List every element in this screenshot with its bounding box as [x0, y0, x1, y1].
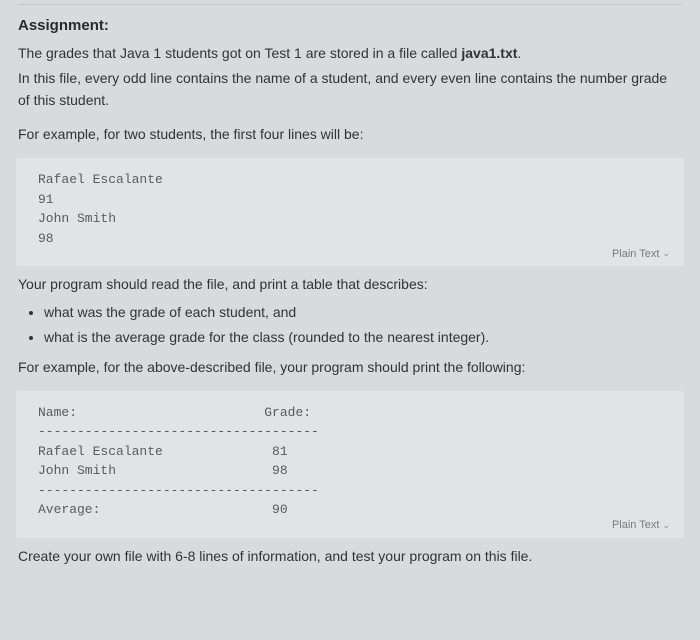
intro-line-1: The grades that Java 1 students got on T…: [18, 43, 682, 65]
code1-line2: 91: [38, 190, 662, 210]
code2-line3: Rafael Escalante 81: [38, 442, 662, 462]
language-label-2: Plain Text: [612, 517, 660, 534]
program-lead2: For example, for the above-described fil…: [18, 357, 682, 379]
code2-line4: John Smith 98: [38, 461, 662, 481]
intro-text-1c: .: [517, 45, 521, 61]
language-selector-1[interactable]: Plain Text ⌄: [612, 246, 670, 263]
bullet-2: what is the average grade for the class …: [44, 327, 682, 349]
bullet-1: what was the grade of each student, and: [44, 302, 682, 324]
assignment-heading: Assignment:: [18, 14, 682, 37]
code2-line1: Name: Grade:: [38, 403, 662, 423]
code-block-1: Rafael Escalante 91 John Smith 98 Plain …: [16, 158, 684, 266]
chevron-down-icon: ⌄: [662, 519, 670, 533]
intro-line-2: In this file, every odd line contains th…: [18, 68, 682, 111]
code-block-2: Name: Grade: ---------------------------…: [16, 391, 684, 538]
code2-line2: ------------------------------------: [38, 422, 662, 442]
code2-line6: Average: 90: [38, 500, 662, 520]
code1-line4: 98: [38, 229, 662, 249]
chevron-down-icon: ⌄: [662, 247, 670, 261]
filename-bold: java1.txt: [461, 45, 517, 61]
intro-text-1a: The grades that Java 1 students got on T…: [18, 45, 461, 61]
code1-line1: Rafael Escalante: [38, 170, 662, 190]
language-label-1: Plain Text: [612, 246, 660, 263]
language-selector-2[interactable]: Plain Text ⌄: [612, 517, 670, 534]
program-lead: Your program should read the file, and p…: [18, 274, 682, 296]
requirements-list: what was the grade of each student, and …: [44, 302, 682, 349]
code2-line5: ------------------------------------: [38, 481, 662, 501]
footer-instruction: Create your own file with 6-8 lines of i…: [18, 546, 682, 568]
intro-line-3: For example, for two students, the first…: [18, 124, 682, 146]
code1-line3: John Smith: [38, 209, 662, 229]
